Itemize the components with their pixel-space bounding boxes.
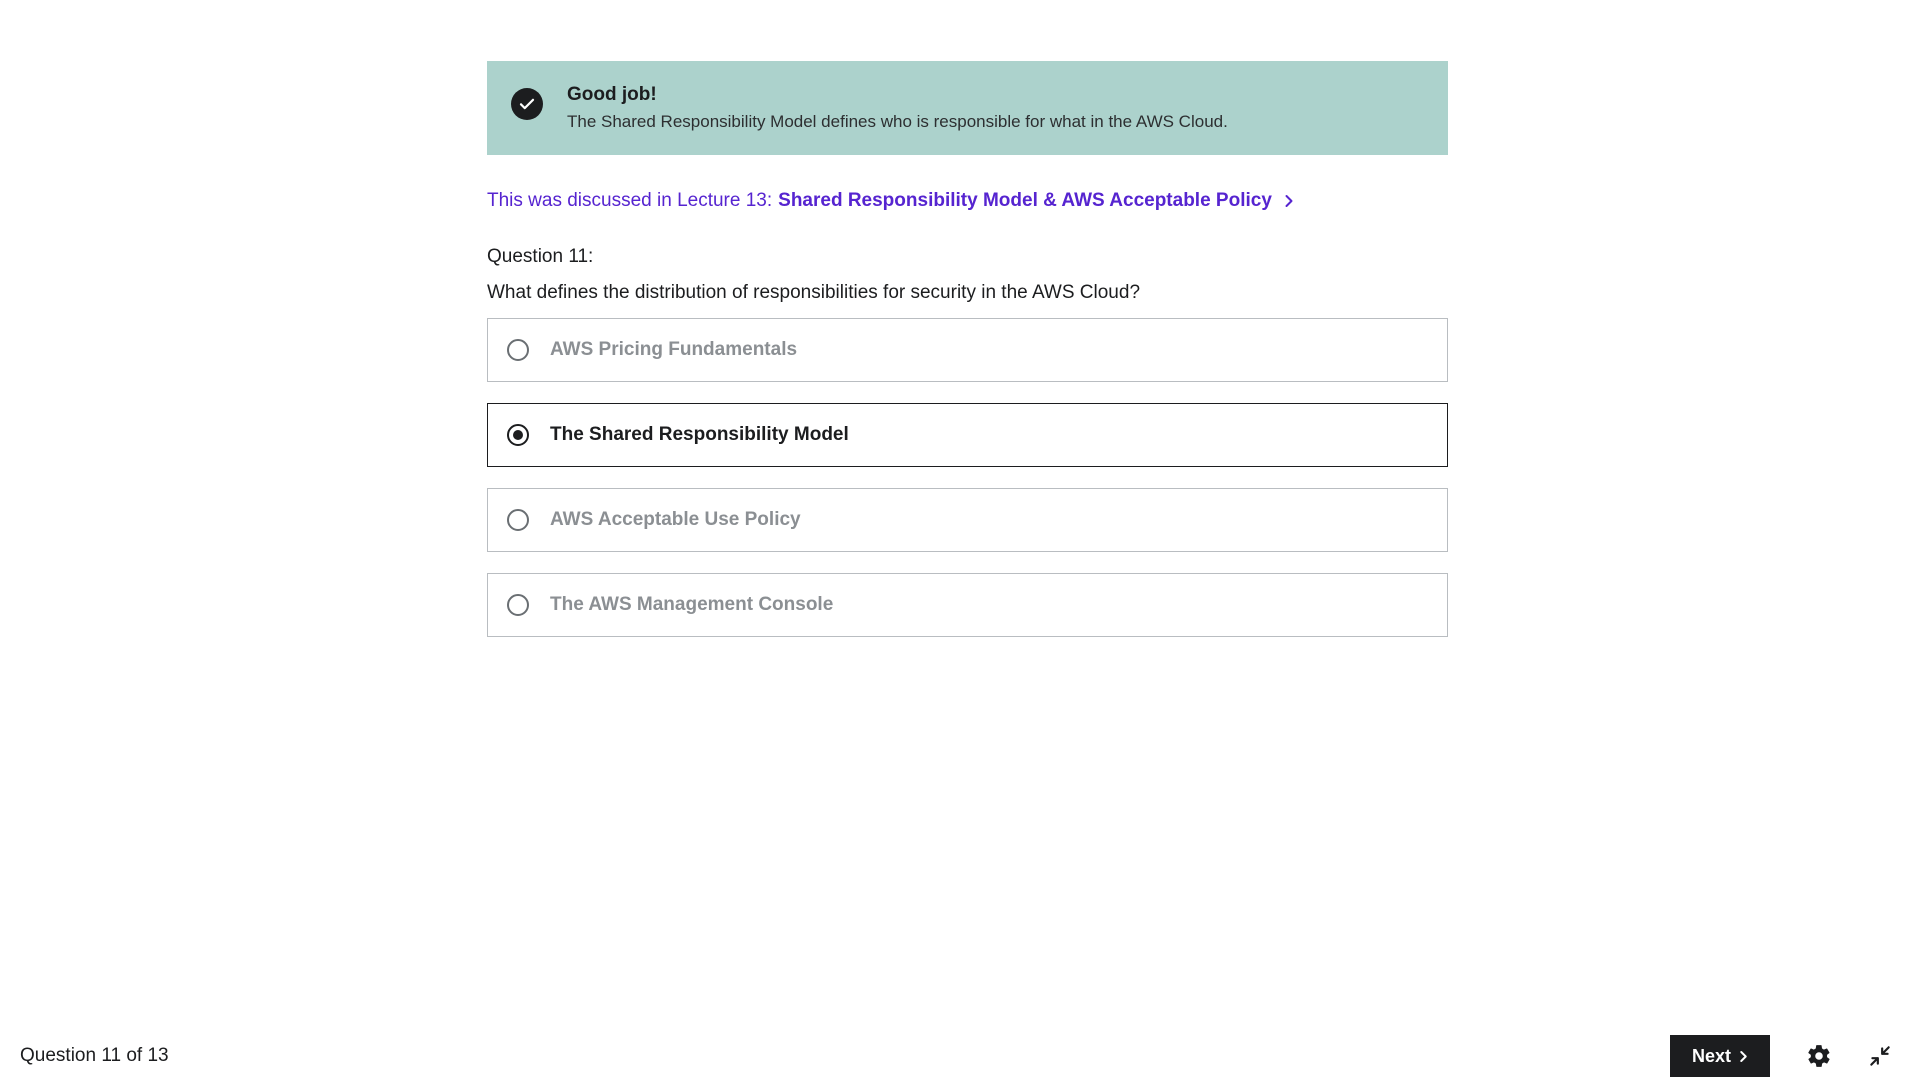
answer-option[interactable]: AWS Pricing Fundamentals xyxy=(487,318,1448,382)
radio-button[interactable] xyxy=(507,509,529,531)
answer-list: AWS Pricing Fundamentals The Shared Resp… xyxy=(487,318,1448,637)
question-progress: Question 11 of 13 xyxy=(20,1045,169,1066)
radio-button[interactable] xyxy=(507,339,529,361)
answer-label: The Shared Responsibility Model xyxy=(550,424,849,445)
answer-option[interactable]: AWS Acceptable Use Policy xyxy=(487,488,1448,552)
question-number: Question 11: xyxy=(487,246,594,267)
gear-icon[interactable] xyxy=(1806,1043,1832,1069)
quiz-content: Good job! The Shared Responsibility Mode… xyxy=(487,61,1448,658)
lecture-reference-prefix: This was discussed in Lecture 13: xyxy=(487,190,773,211)
radio-dot xyxy=(513,430,523,440)
chevron-right-icon[interactable] xyxy=(1284,194,1294,208)
answer-label: AWS Acceptable Use Policy xyxy=(550,509,801,530)
answer-label: The AWS Management Console xyxy=(550,594,834,615)
success-alert: Good job! The Shared Responsibility Mode… xyxy=(487,61,1448,155)
alert-body: The Shared Responsibility Model defines … xyxy=(567,112,1228,131)
answer-option[interactable]: The AWS Management Console xyxy=(487,573,1448,637)
answer-option-selected[interactable]: The Shared Responsibility Model xyxy=(487,403,1448,467)
chevron-right-icon xyxy=(1739,1050,1748,1063)
answer-label: AWS Pricing Fundamentals xyxy=(550,339,798,360)
radio-button-selected[interactable] xyxy=(507,424,529,446)
next-button-label: Next xyxy=(1691,1045,1731,1066)
alert-title: Good job! xyxy=(567,84,657,105)
next-button[interactable]: Next xyxy=(1670,1035,1770,1077)
collapse-icon[interactable] xyxy=(1867,1043,1893,1069)
lecture-link[interactable]: Shared Responsibility Model & AWS Accept… xyxy=(778,190,1272,212)
question-text: What defines the distribution of respons… xyxy=(487,282,1141,303)
lecture-reference: This was discussed in Lecture 13: Shared… xyxy=(487,188,1448,214)
alert-text: Good job! The Shared Responsibility Mode… xyxy=(567,84,1228,132)
check-circle-icon xyxy=(511,88,543,120)
quiz-page: Good job! The Shared Responsibility Mode… xyxy=(0,0,1920,1080)
radio-button[interactable] xyxy=(507,594,529,616)
